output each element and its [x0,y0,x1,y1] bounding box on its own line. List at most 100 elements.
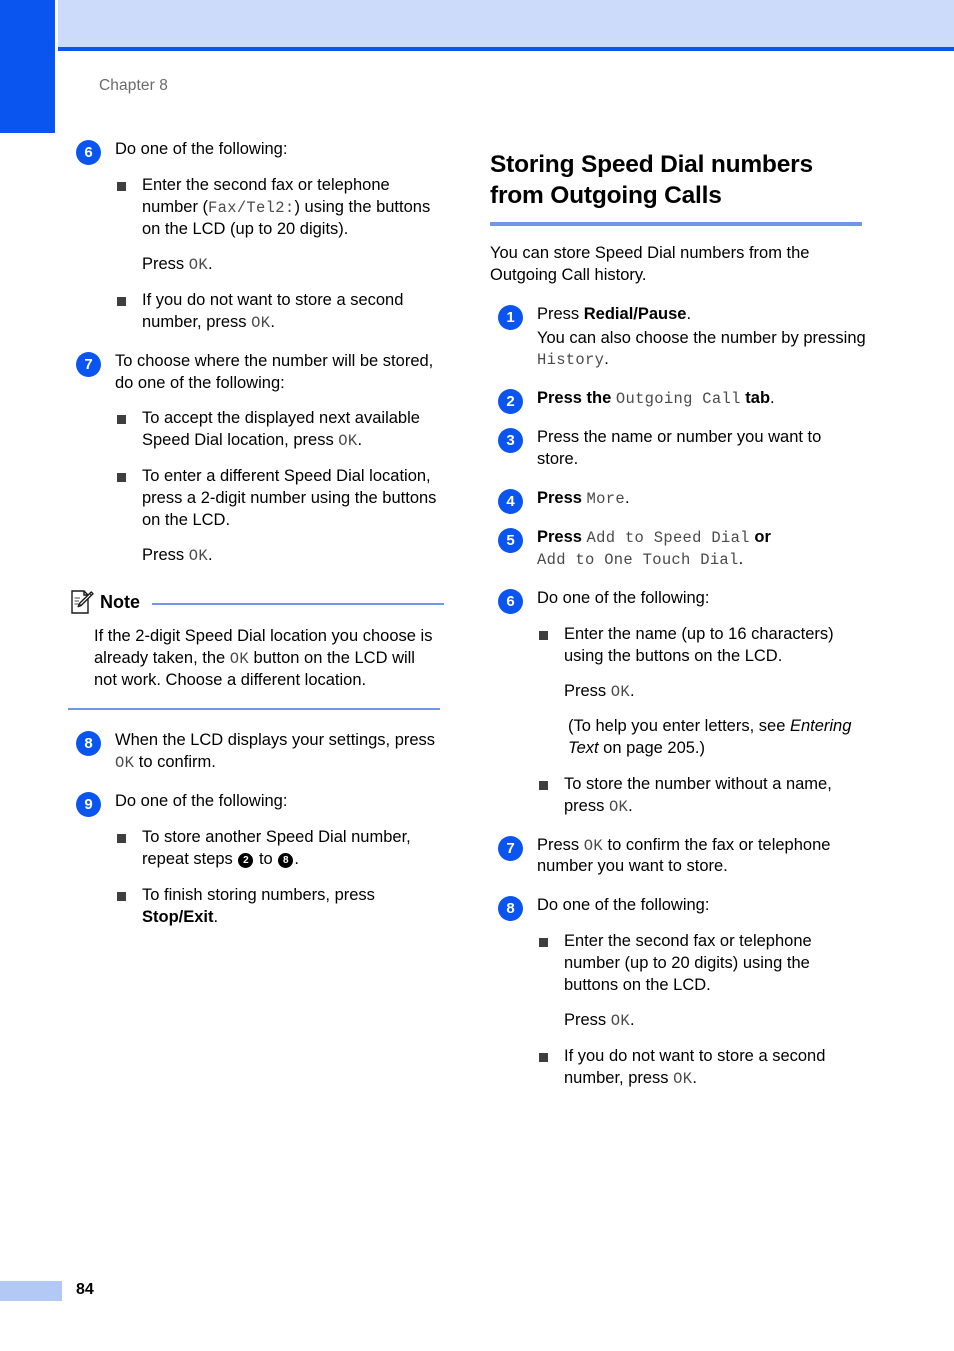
bullet-text-after: . [213,907,219,926]
note-header: Note [68,589,444,615]
square-bullet-icon [539,780,548,790]
step-marker: 1 [498,304,523,330]
bullet-text-after: . [294,849,299,868]
list-item: Enter the name (up to 16 characters) usi… [537,624,866,760]
lcd-label: Add to Speed Dial [586,529,750,548]
step-item: 7 Press OK to confirm the fax or telepho… [490,835,866,879]
note-header-rule [152,603,444,606]
step-text-before: You can also choose the number by pressi… [537,328,866,347]
footer-edge-tab [0,1281,62,1301]
step-line: You can also choose the number by pressi… [537,328,866,372]
step-item: 9 Do one of the following: To store anot… [68,791,444,929]
lcd-label: OK [188,255,208,274]
line-period: . [624,489,630,508]
step-body: Press Redial/Pause. You can also choose … [537,304,866,372]
bullet-text-before: To enter a different Speed Dial location… [142,467,437,530]
step-lead: Do one of the following: [115,140,288,158]
step-body: To choose where the number will be store… [115,351,444,568]
cross-reference-line: (To help you enter letters, see Entering… [564,716,866,760]
lcd-label: Fax/Tel2: [208,198,295,217]
step-body: Press Add to Speed Dial or Add to One Tou… [537,527,866,571]
step-marker: 5 [498,528,523,554]
section-heading-rule [490,221,862,226]
step-body: Press More. [537,488,866,510]
section-intro: You can store Speed Dial numbers from th… [490,243,810,284]
step-body: Press the name or number you want to sto… [537,427,866,471]
line-period: . [686,304,692,323]
square-bullet-icon [117,181,126,191]
or-word: or [749,528,771,547]
list-item: Enter the second fax or telephone number… [537,931,866,1032]
press-word: Press [564,681,611,700]
press-word: Press [537,835,584,854]
list-item: To accept the displayed next available S… [115,408,444,452]
bullet-list: Enter the second fax or telephone number… [537,931,866,1090]
lcd-label: OK [583,836,603,855]
step-text: When the LCD displays your settings, pre… [115,730,444,774]
list-item: To store the number without a name, pres… [537,774,866,818]
bullet-text: Enter the second fax or telephone number… [564,932,812,995]
chapter-label: Chapter 8 [99,77,168,94]
bullet-text-before: To finish storing numbers, press [142,885,375,904]
step-item: 1 Press Redial/Pause. You can also choos… [490,304,866,372]
step-line: Press More. [537,488,866,510]
step-body: Do one of the following: Enter the secon… [115,139,444,334]
step-body: Press OK to confirm the fax or telephone… [537,835,866,879]
step-marker: 2 [498,389,523,415]
list-item: To enter a different Speed Dial location… [115,466,444,567]
bullet-text-before: To accept the displayed next available S… [142,409,420,450]
press-word: Press [142,546,189,565]
lcd-label: OK [115,753,135,772]
press-word: Press [564,1011,611,1030]
list-item: If you do not want to store a second num… [537,1046,866,1090]
tab-word: tab [740,389,771,408]
note-block: Note If the 2-digit Speed Dial location … [68,589,444,710]
press-line: Press OK. [142,254,444,276]
press-word: Press the [537,389,616,408]
bullet-text: Enter the name (up to 16 characters) usi… [564,624,834,665]
square-bullet-icon [539,938,548,948]
lcd-label: History [537,351,605,370]
hardware-key-label: Stop/Exit [142,907,214,926]
square-bullet-icon [117,296,126,306]
bullet-list: Enter the second fax or telephone number… [115,175,444,334]
page-number: 84 [76,1281,94,1298]
step-marker: 7 [76,351,101,377]
step-item: 6 Do one of the following: Enter the nam… [490,588,866,818]
step-reference-badge: 2 [238,852,254,868]
step-reference-badge: 8 [278,852,294,868]
list-item: To store another Speed Dial number, repe… [115,827,444,871]
square-bullet-icon [117,473,126,483]
square-bullet-icon [539,630,548,640]
step-body: Press the Outgoing Call tab. [537,388,866,410]
step-line: Press Redial/Pause. [537,304,866,326]
press-period: . [207,546,213,565]
press-word: Press [537,528,587,547]
step-item: 8 When the LCD displays your settings, p… [68,730,444,774]
lcd-label: OK [251,313,271,332]
lcd-label: More [586,490,625,509]
square-bullet-icon [117,833,126,843]
bullet-text-after: . [692,1069,697,1088]
step-marker: 9 [76,791,101,817]
left-column: 6 Do one of the following: Enter the sec… [68,139,444,945]
list-item: Enter the second fax or telephone number… [115,175,444,276]
lcd-label: OK [229,650,249,668]
step-text: Press the name or number you want to sto… [537,428,822,469]
step-marker: 6 [76,140,101,165]
lcd-label: OK [338,432,358,451]
press-line: Press OK. [564,1010,866,1032]
press-period: . [207,254,213,273]
bullet-list: To accept the displayed next available S… [115,408,444,567]
step-lead: To choose where the number will be store… [115,351,434,392]
lcd-label: OK [608,797,629,816]
section-heading: Storing Speed Dial numbers from Outgoing… [490,151,813,210]
lcd-label: OK [673,1070,693,1089]
step-line: Press Add to Speed Dial or Add to One Tou… [537,527,866,571]
note-pencil-paper-icon [68,589,94,615]
press-line: Press OK. [142,545,444,567]
step-line: Press OK to confirm the fax or telephone… [537,835,866,879]
list-item: To finish storing numbers, press Stop/Ex… [115,885,444,929]
step-item: 2 Press the Outgoing Call tab. [490,388,866,415]
bullet-text-after: . [270,312,275,331]
